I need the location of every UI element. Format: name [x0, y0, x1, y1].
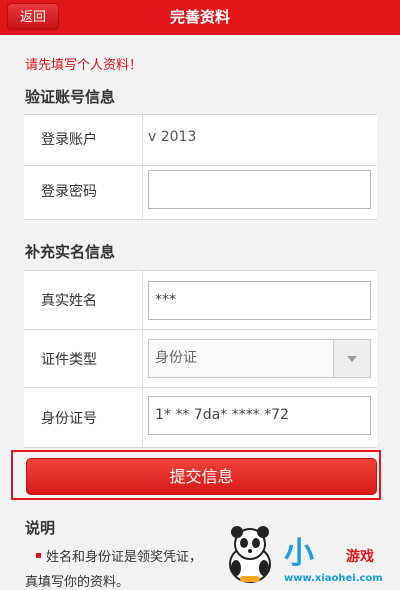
submit-button[interactable]: 提交信息 — [26, 458, 377, 495]
realname-section-title: 补充实名信息 — [25, 243, 116, 261]
explain-text-line2: 真填写你的资料。 — [25, 575, 130, 590]
real-name-input[interactable]: *** — [148, 281, 371, 320]
watermark-url: www.xiaohei.com — [284, 573, 383, 584]
divider — [142, 388, 143, 447]
page-title: 完善资料 — [169, 8, 230, 26]
account-section-title: 验证账号信息 — [25, 88, 116, 106]
login-account-label: 登录账户 — [41, 132, 97, 148]
login-password-row: 登录密码 — [24, 166, 377, 219]
explain-text-line1: 姓名和身份证是领奖凭证， — [46, 550, 203, 565]
divider — [142, 166, 143, 219]
id-number-row: 身份证号 1* ** 7da* **** *72 — [24, 388, 377, 447]
id-number-input[interactable]: 1* ** 7da* **** *72 — [148, 396, 371, 435]
id-type-row: 证件类型 身份证 — [24, 330, 377, 387]
login-account-row: 登录账户 v 2013 — [24, 115, 377, 165]
login-account-value: v 2013 — [148, 129, 197, 145]
bullet-icon — [36, 553, 41, 558]
divider — [142, 115, 143, 165]
account-group: 登录账户 v 2013 登录密码 — [24, 114, 377, 220]
watermark: 小 游戏 www.xiaohei.com — [214, 520, 400, 590]
notice-text: 请先填写个人资料！ — [25, 58, 143, 73]
id-number-label: 身份证号 — [41, 411, 97, 427]
chevron-down-icon[interactable] — [333, 340, 370, 377]
real-name-row: 真实姓名 *** — [24, 271, 377, 329]
id-type-value: 身份证 — [155, 350, 197, 366]
id-type-label: 证件类型 — [41, 352, 97, 368]
watermark-big-text: 小 — [284, 536, 314, 571]
divider — [142, 271, 143, 329]
real-name-label: 真实姓名 — [41, 293, 97, 309]
id-type-select[interactable]: 身份证 — [148, 339, 371, 378]
realname-group: 真实姓名 *** 证件类型 身份证 身份证号 1* ** 7da* **** *… — [24, 270, 377, 448]
divider — [142, 330, 143, 387]
watermark-small-text: 游戏 — [346, 549, 374, 565]
login-password-input[interactable] — [148, 170, 371, 209]
panda-icon — [229, 526, 271, 583]
login-password-label: 登录密码 — [41, 184, 97, 200]
explain-title: 说明 — [25, 519, 56, 537]
